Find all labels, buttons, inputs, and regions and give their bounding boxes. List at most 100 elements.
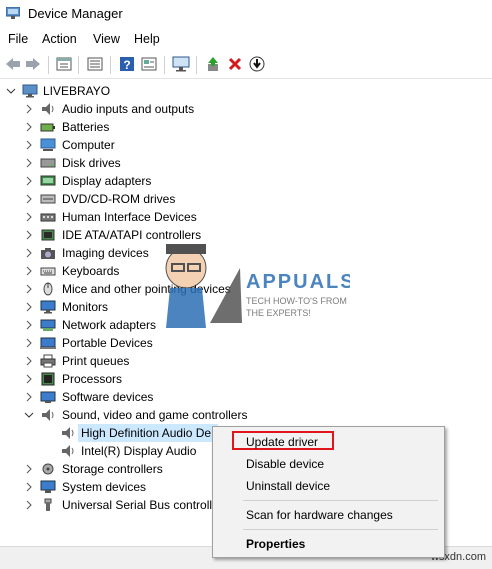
portable-icon: [40, 337, 56, 349]
properties-menu-item[interactable]: Properties: [213, 533, 444, 555]
tree-category[interactable]: Disk drives: [0, 154, 492, 172]
category-label: Imaging devices: [62, 246, 149, 260]
menu-separator: [243, 500, 438, 501]
chevron-right-icon[interactable]: [24, 356, 34, 366]
back-icon[interactable]: [4, 55, 22, 73]
tree-category[interactable]: DVD/CD-ROM drives: [0, 190, 492, 208]
chevron-right-icon[interactable]: [24, 320, 34, 330]
chevron-right-icon[interactable]: [24, 302, 34, 312]
category-label: DVD/CD-ROM drives: [62, 192, 176, 206]
chevron-right-icon[interactable]: [24, 392, 34, 402]
tree-category[interactable]: Human Interface Devices: [0, 208, 492, 226]
menu-item-label: Update driver: [246, 435, 319, 449]
chevron-right-icon[interactable]: [24, 248, 34, 258]
speaker-icon: [62, 445, 74, 457]
tree-category[interactable]: Portable Devices: [0, 334, 492, 352]
computer-icon: [40, 138, 56, 151]
tree-category[interactable]: Audio inputs and outputs: [0, 100, 492, 118]
dvd-icon: [40, 194, 56, 204]
svg-text:APPUALS: APPUALS: [246, 271, 350, 293]
chevron-right-icon[interactable]: [24, 374, 34, 384]
camera-icon: [41, 248, 55, 259]
tree-category[interactable]: Software devices: [0, 388, 492, 406]
chevron-right-icon[interactable]: [24, 464, 34, 474]
category-label: Monitors: [62, 300, 109, 314]
device-manager-icon: [6, 7, 20, 19]
toolbar: ?: [0, 52, 492, 79]
forward-icon[interactable]: [24, 55, 42, 73]
device-label: Intel(R) Display Audio: [81, 444, 197, 458]
menu-bar: File Action View Help: [0, 29, 492, 51]
svg-text:TECH HOW-TO'S FROM: TECH HOW-TO'S FROM: [246, 296, 347, 306]
chevron-right-icon[interactable]: [24, 482, 34, 492]
category-label: Processors: [62, 372, 123, 386]
menu-file[interactable]: File: [8, 32, 28, 46]
tree-category[interactable]: Display adapters: [0, 172, 492, 190]
usb-icon: [44, 498, 52, 511]
action-icon[interactable]: [140, 55, 158, 73]
chevron-right-icon[interactable]: [24, 122, 34, 132]
category-label: Computer: [62, 138, 115, 152]
category-label: Human Interface Devices: [62, 210, 197, 224]
chevron-right-icon[interactable]: [24, 230, 34, 240]
tree-category-expanded[interactable]: Sound, video and game controllers: [0, 406, 492, 424]
category-label: Network adapters: [62, 318, 157, 332]
category-label: Audio inputs and outputs: [62, 102, 195, 116]
category-label: Keyboards: [62, 264, 120, 278]
category-label: Storage controllers: [62, 462, 163, 476]
tree-category[interactable]: Computer: [0, 136, 492, 154]
menu-item-label: Properties: [246, 537, 306, 551]
scan-hardware-menu-item[interactable]: Scan for hardware changes: [213, 504, 444, 526]
tree-category[interactable]: Print queues: [0, 352, 492, 370]
tree-category[interactable]: Batteries: [0, 118, 492, 136]
printer-icon: [40, 354, 56, 368]
uninstall-icon[interactable]: [226, 55, 244, 73]
chevron-right-icon[interactable]: [24, 338, 34, 348]
monitor-icon[interactable]: [172, 55, 190, 73]
chevron-right-icon[interactable]: [24, 284, 34, 294]
tree-category[interactable]: Processors: [0, 370, 492, 388]
chevron-down-icon[interactable]: [6, 86, 16, 96]
uninstall-device-menu-item[interactable]: Uninstall device: [213, 475, 444, 497]
root-label: LIVEBRAYO: [43, 84, 111, 98]
chevron-right-icon[interactable]: [24, 194, 34, 204]
properties-icon[interactable]: [55, 55, 73, 73]
category-label: Universal Serial Bus controlle: [62, 498, 219, 512]
disable-device-menu-item[interactable]: Disable device: [213, 453, 444, 475]
menu-help[interactable]: Help: [134, 32, 160, 46]
chevron-right-icon[interactable]: [24, 500, 34, 510]
computer-icon: [22, 84, 38, 98]
mouse-icon: [43, 282, 53, 296]
chevron-right-icon[interactable]: [24, 140, 34, 150]
menu-action[interactable]: Action: [42, 32, 77, 46]
chevron-right-icon[interactable]: [24, 176, 34, 186]
menu-item-label: Uninstall device: [246, 479, 331, 493]
update-driver-menu-item[interactable]: Update driver: [213, 431, 444, 453]
category-label: Disk drives: [62, 156, 121, 170]
chevron-right-icon[interactable]: [24, 104, 34, 114]
menu-item-label: Scan for hardware changes: [246, 508, 393, 522]
chevron-right-icon[interactable]: [24, 266, 34, 276]
chevron-right-icon[interactable]: [24, 212, 34, 222]
window-title: Device Manager: [28, 6, 123, 21]
category-label: Sound, video and game controllers: [62, 408, 248, 422]
help-icon[interactable]: ?: [118, 55, 136, 73]
show-hide-icon[interactable]: [86, 55, 104, 73]
category-label: Print queues: [62, 354, 130, 368]
chevron-right-icon[interactable]: [24, 158, 34, 168]
update-driver-icon[interactable]: [204, 55, 222, 73]
chevron-down-icon[interactable]: [24, 410, 34, 420]
ide-icon: [41, 229, 55, 241]
menu-separator: [243, 529, 438, 530]
tree-root[interactable]: LIVEBRAYO: [0, 82, 492, 100]
menu-view[interactable]: View: [93, 32, 120, 46]
device-label: High Definition Audio De: [81, 426, 212, 440]
menu-item-label: Disable device: [246, 457, 325, 471]
speaker-icon: [62, 427, 74, 439]
software-icon: [40, 391, 56, 403]
category-label: System devices: [62, 480, 147, 494]
download-icon[interactable]: [248, 55, 266, 73]
keyboard-icon: [40, 267, 56, 276]
speaker-icon: [42, 409, 54, 421]
category-label: Batteries: [62, 120, 110, 134]
